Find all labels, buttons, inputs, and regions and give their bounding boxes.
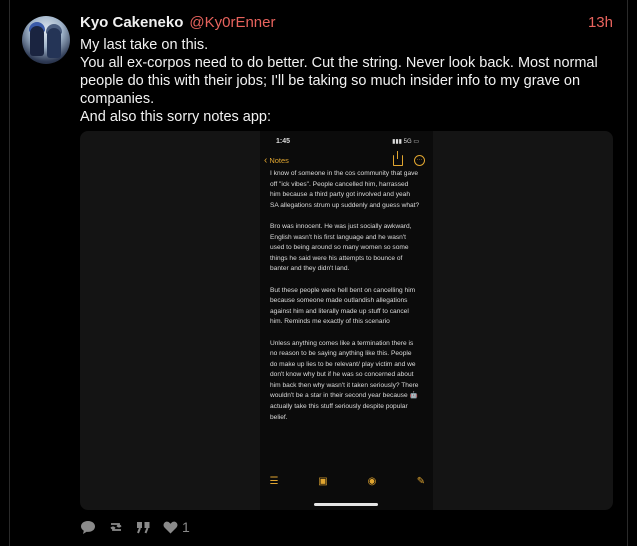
signal-indicator: ▮▮▮ 5G ▭ xyxy=(392,139,419,145)
note-paragraph: I know of someone in the cos community t… xyxy=(270,170,420,209)
post-image[interactable]: 1:45 ▮▮▮ 5G ▭ ‹ Notes ··· I know of some… xyxy=(80,131,613,510)
note-paragraph: Unless anything comes like a termination… xyxy=(270,339,419,421)
post-header: Kyo Cakeneko @Ky0rEnner 13h xyxy=(80,14,613,34)
checklist-icon: ☰ xyxy=(269,476,279,487)
divider-right xyxy=(627,0,628,546)
status-clock: 1:45 xyxy=(276,138,291,145)
home-indicator xyxy=(314,503,378,506)
divider-left xyxy=(9,0,10,546)
notes-navbar: ‹ Notes ··· xyxy=(260,151,433,169)
quote-icon xyxy=(137,521,150,533)
author-handle[interactable]: @Ky0rEnner xyxy=(189,14,275,31)
post-actions: 1 xyxy=(80,518,202,536)
chevron-left-icon: ‹ xyxy=(264,155,268,166)
notes-toolbar: ☰ ▣ ◉ ✎ xyxy=(260,476,433,490)
like-button[interactable]: 1 xyxy=(163,519,190,535)
share-icon xyxy=(393,151,403,166)
post-line: You all ex-corpos need to do better. Cut… xyxy=(80,55,598,107)
quote-button[interactable] xyxy=(136,521,151,534)
post-text: My last take on this. You all ex-corpos … xyxy=(80,36,600,126)
note-paragraph: Bro was innocent. He was just socially a… xyxy=(270,222,412,273)
note-body: I know of someone in the cos community t… xyxy=(270,169,420,434)
status-bar: 1:45 ▮▮▮ 5G ▭ xyxy=(260,138,433,148)
avatar[interactable] xyxy=(22,16,70,64)
more-icon: ··· xyxy=(414,155,425,166)
compose-icon: ✎ xyxy=(416,476,426,487)
reply-icon xyxy=(81,520,95,534)
post-line: And also this sorry notes app: xyxy=(80,109,272,125)
back-button: ‹ Notes xyxy=(264,155,289,166)
post-timestamp[interactable]: 13h xyxy=(588,14,613,31)
notes-screenshot: 1:45 ▮▮▮ 5G ▭ ‹ Notes ··· I know of some… xyxy=(260,131,433,510)
camera-icon: ▣ xyxy=(318,476,328,487)
repost-icon xyxy=(110,523,122,531)
post-line: My last take on this. xyxy=(80,37,209,53)
like-icon xyxy=(163,521,178,533)
reply-button[interactable] xyxy=(80,520,96,535)
repost-button[interactable] xyxy=(108,520,124,534)
author-name[interactable]: Kyo Cakeneko xyxy=(80,14,183,31)
like-count: 1 xyxy=(182,519,190,535)
back-label: Notes xyxy=(269,156,289,165)
post-card: Kyo Cakeneko @Ky0rEnner 13h My last take… xyxy=(0,0,637,546)
markup-icon: ◉ xyxy=(367,476,377,487)
note-paragraph: But these people were hell bent on cance… xyxy=(270,286,416,326)
